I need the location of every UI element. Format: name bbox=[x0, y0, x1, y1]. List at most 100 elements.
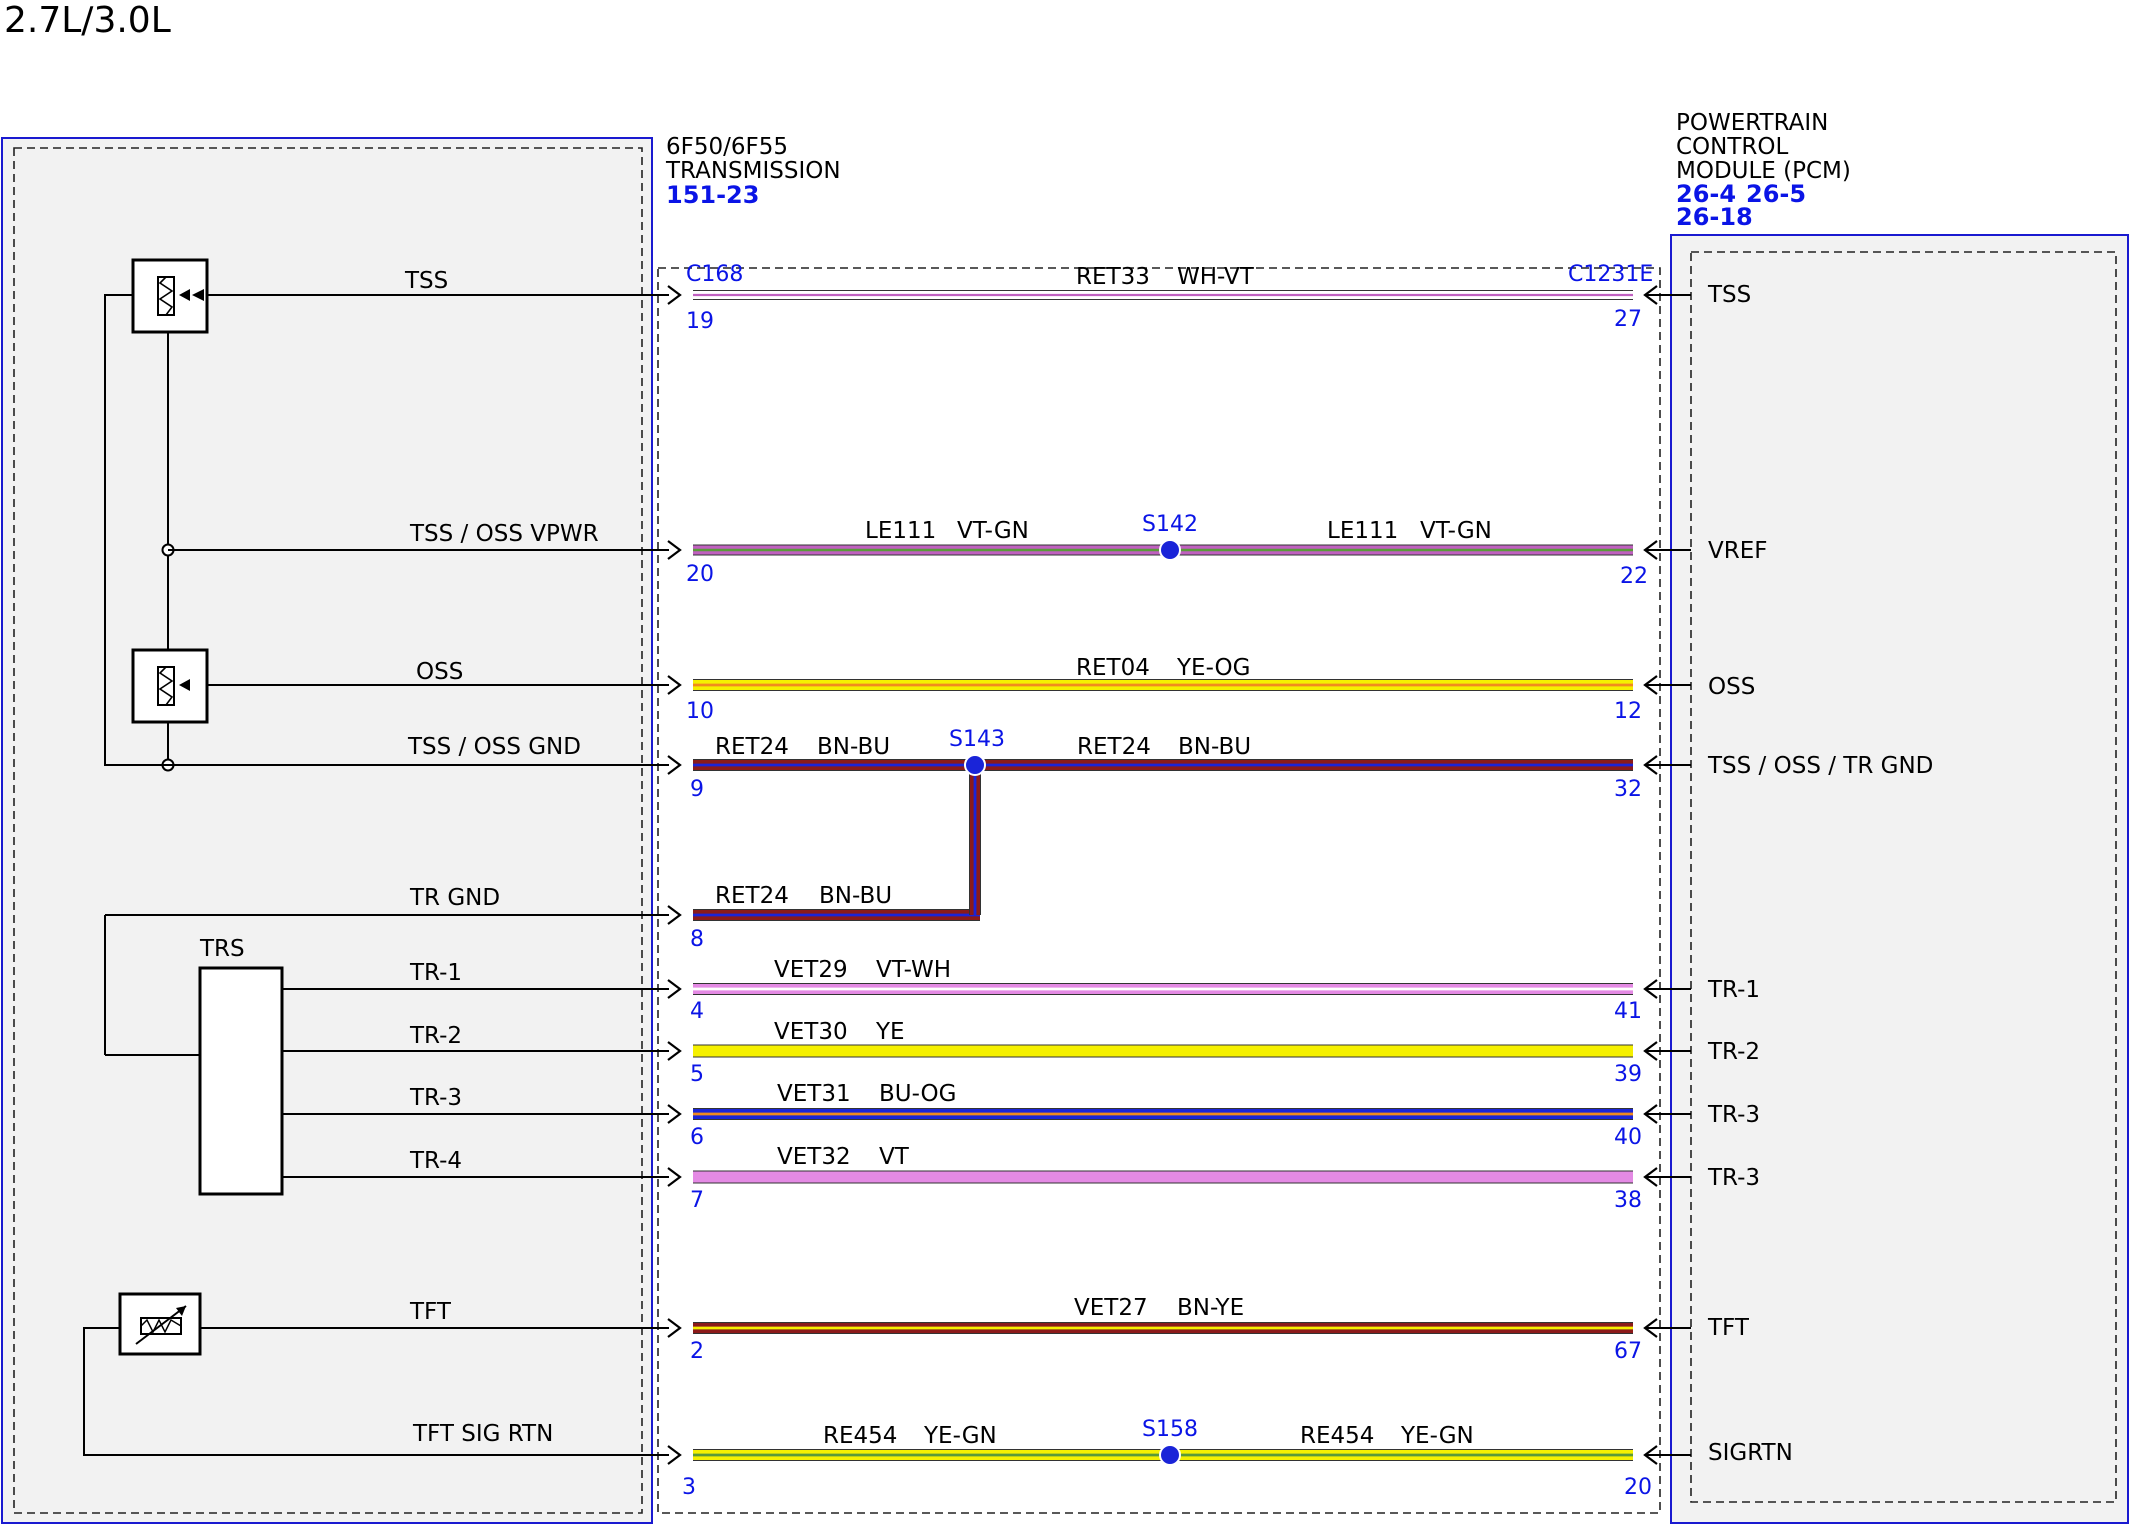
wire-color-ye-og: YE-OG bbox=[1176, 655, 1250, 681]
wire-tr-4-left-arrow bbox=[667, 1167, 682, 1187]
wire-circuit-vet27: VET27 bbox=[1074, 1295, 1148, 1321]
right-label-tr-3b: TR-3 bbox=[1707, 1165, 1760, 1191]
pin-left-20: 20 bbox=[686, 562, 714, 587]
left-label-tr-2: TR-2 bbox=[409, 1023, 462, 1049]
splice-s143 bbox=[964, 754, 986, 776]
wire-gnd-left-arrow bbox=[667, 755, 682, 775]
pin-right-40: 40 bbox=[1614, 1125, 1642, 1150]
wire-color-ye: YE bbox=[875, 1019, 905, 1045]
right-label-gnd: TSS / OSS / TR GND bbox=[1707, 753, 1933, 779]
wire-circuit-re454-a: RE454 bbox=[823, 1423, 897, 1449]
right-label-sigrtn: SIGRTN bbox=[1708, 1440, 1793, 1466]
wire-color-ye-gn-a: YE-GN bbox=[923, 1423, 997, 1449]
page-title: 2.7L/3.0L bbox=[4, 0, 171, 41]
splice-s158-label: S158 bbox=[1142, 1417, 1198, 1442]
wire-tft-left-arrow bbox=[667, 1318, 682, 1338]
pin-left-8: 8 bbox=[690, 927, 704, 952]
pin-left-19: 19 bbox=[686, 309, 714, 334]
wire-color-vt: VT bbox=[879, 1144, 910, 1170]
left-label-tft: TFT bbox=[409, 1299, 452, 1325]
left-label-tr-3: TR-3 bbox=[409, 1085, 462, 1111]
wire-tr-1-left-arrow bbox=[667, 979, 682, 999]
wire-color-bn-bu-c: BN-BU bbox=[819, 883, 892, 909]
left-label-oss: OSS bbox=[416, 659, 463, 685]
wire-circuit-vet30: VET30 bbox=[774, 1019, 848, 1045]
wire-circuit-le111-a: LE111 bbox=[865, 518, 936, 544]
transmission-name-1: 6F50/6F55 bbox=[666, 134, 788, 160]
wire-color-bn-bu-b: BN-BU bbox=[1178, 734, 1251, 760]
pin-right-38: 38 bbox=[1614, 1188, 1642, 1213]
pin-right-39: 39 bbox=[1614, 1062, 1642, 1087]
right-label-tr-3: TR-3 bbox=[1707, 1102, 1760, 1128]
pin-left-3: 3 bbox=[682, 1475, 696, 1500]
right-label-tr-1: TR-1 bbox=[1707, 977, 1760, 1003]
trs-label: TRS bbox=[199, 936, 245, 962]
pin-left-5: 5 bbox=[690, 1062, 704, 1087]
wire-tr-gnd-left-arrow bbox=[667, 905, 682, 925]
pin-left-9: 9 bbox=[690, 777, 704, 802]
wire-circuit-vet32: VET32 bbox=[777, 1144, 851, 1170]
wire-circuit-vet31: VET31 bbox=[777, 1081, 851, 1107]
wire-vpwr-left-arrow bbox=[667, 540, 682, 560]
pcm-name-2: CONTROL bbox=[1676, 134, 1789, 160]
pin-right-32: 32 bbox=[1614, 777, 1642, 802]
wire-color-ye-gn-b: YE-GN bbox=[1400, 1423, 1474, 1449]
pin-right-20: 20 bbox=[1624, 1475, 1652, 1500]
pcm-name-1: POWERTRAIN bbox=[1676, 110, 1828, 136]
left-label-tr-4: TR-4 bbox=[409, 1148, 462, 1174]
pin-left-6: 6 bbox=[690, 1125, 704, 1150]
pin-right-12: 12 bbox=[1614, 699, 1642, 724]
oss-sensor bbox=[131, 648, 209, 724]
pcm-ref-2[interactable]: 26-5 bbox=[1746, 180, 1806, 208]
right-label-oss: OSS bbox=[1708, 674, 1755, 700]
splice-s142-label: S142 bbox=[1142, 512, 1198, 537]
wire-color-vt-wh: VT-WH bbox=[876, 957, 951, 983]
wire-circuit-ret24-b: RET24 bbox=[1077, 734, 1151, 760]
wire-color-vt-gn-a: VT-GN bbox=[957, 518, 1029, 544]
wire-circuit-re454-b: RE454 bbox=[1300, 1423, 1374, 1449]
wire-tft-sig-rtn-left-arrow bbox=[667, 1445, 682, 1465]
right-label-tft: TFT bbox=[1707, 1315, 1750, 1341]
right-label-vref: VREF bbox=[1708, 538, 1767, 564]
wire-color-wh-vt: WH-VT bbox=[1177, 264, 1255, 290]
wire-circuit-le111-b: LE111 bbox=[1327, 518, 1398, 544]
left-label-tss-oss-gnd: TSS / OSS GND bbox=[407, 734, 581, 760]
wiring-diagram: 2.7L/3.0L 6F50/6F55 TRANSMISSION 151-23 … bbox=[1, 0, 2129, 1524]
connector-c168-label: C168 bbox=[686, 262, 743, 287]
wire-tss-left-arrow bbox=[667, 285, 682, 305]
tft-sensor bbox=[118, 1292, 202, 1356]
pin-left-2: 2 bbox=[690, 1339, 704, 1364]
splice-s142 bbox=[1159, 539, 1181, 561]
left-label-tss: TSS bbox=[404, 268, 448, 294]
wire-tr-3-left-arrow bbox=[667, 1104, 682, 1124]
wire-color-bu-og: BU-OG bbox=[879, 1081, 956, 1107]
wire-circuit-ret04: RET04 bbox=[1076, 655, 1150, 681]
right-label-tr-2: TR-2 bbox=[1707, 1039, 1760, 1065]
right-label-tss: TSS bbox=[1707, 282, 1751, 308]
connector-c1231e-label: C1231E bbox=[1568, 262, 1653, 287]
pin-right-41: 41 bbox=[1614, 999, 1642, 1024]
pin-left-4: 4 bbox=[690, 999, 704, 1024]
splice-s143-label: S143 bbox=[949, 727, 1005, 752]
splice-s158 bbox=[1159, 1444, 1181, 1466]
wire-color-vt-gn-b: VT-GN bbox=[1420, 518, 1492, 544]
pcm-ref-3[interactable]: 26-18 bbox=[1676, 203, 1753, 231]
wire-color-bn-ye: BN-YE bbox=[1177, 1295, 1244, 1321]
pin-right-67: 67 bbox=[1614, 1339, 1642, 1364]
left-label-tr-gnd: TR GND bbox=[409, 885, 500, 911]
wire-oss-left-arrow bbox=[667, 675, 682, 695]
wire-color-bn-bu-a: BN-BU bbox=[817, 734, 890, 760]
left-label-tss-oss-vpwr: TSS / OSS VPWR bbox=[409, 521, 599, 547]
pin-left-10: 10 bbox=[686, 699, 714, 724]
pin-right-27: 27 bbox=[1614, 307, 1642, 332]
left-label-tft-sig-rtn: TFT SIG RTN bbox=[412, 1421, 553, 1447]
transmission-ref[interactable]: 151-23 bbox=[666, 181, 759, 209]
transmission-box bbox=[1, 137, 653, 1524]
pin-left-7: 7 bbox=[690, 1188, 704, 1213]
wire-tr-2-left-arrow bbox=[667, 1041, 682, 1061]
trs-switch bbox=[198, 966, 284, 1196]
left-label-tr-1: TR-1 bbox=[409, 960, 462, 986]
pin-right-22: 22 bbox=[1620, 564, 1648, 589]
wire-circuit-ret24-a: RET24 bbox=[715, 734, 789, 760]
wire-circuit-ret24-c: RET24 bbox=[715, 883, 789, 909]
